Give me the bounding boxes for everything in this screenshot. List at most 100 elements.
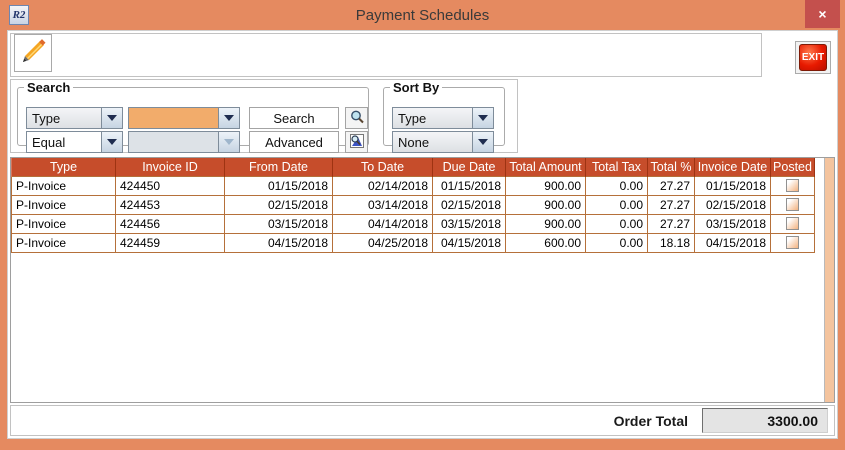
column-header[interactable]: Total Tax — [586, 158, 648, 176]
advanced-search-icon — [349, 133, 365, 152]
posted-checkbox[interactable] — [786, 217, 799, 230]
table-row[interactable]: P-Invoice42445904/15/201804/25/201804/15… — [12, 233, 815, 252]
table-row[interactable]: P-Invoice42445001/15/201802/14/201801/15… — [12, 176, 815, 195]
sort-primary-value: Type — [392, 107, 472, 129]
table-cell: 900.00 — [506, 176, 586, 195]
sort-by-group: Sort By Type None — [383, 80, 505, 146]
table-cell: 03/14/2018 — [333, 195, 433, 214]
table-cell: 18.18 — [648, 233, 695, 252]
column-header[interactable]: To Date — [333, 158, 433, 176]
search-row-2: Equal Advanced — [26, 131, 368, 153]
posted-checkbox[interactable] — [786, 236, 799, 249]
table-cell: 27.27 — [648, 176, 695, 195]
invoice-table-panel: TypeInvoice IDFrom DateTo DateDue DateTo… — [10, 157, 835, 403]
table-cell: 03/15/2018 — [225, 214, 333, 233]
search-group-title: Search — [24, 80, 73, 95]
table-cell — [771, 214, 815, 233]
table-cell: 900.00 — [506, 214, 586, 233]
magnifier-icon — [349, 109, 365, 128]
order-total-value: 3300.00 — [702, 408, 828, 433]
toolbar — [10, 33, 762, 77]
table-cell: 01/15/2018 — [433, 176, 506, 195]
sort-primary-row: Type — [392, 107, 494, 129]
sort-primary-combobox[interactable]: Type — [392, 107, 494, 129]
sort-secondary-combobox[interactable]: None — [392, 131, 494, 153]
chevron-down-icon[interactable] — [101, 107, 123, 129]
table-cell: 04/15/2018 — [433, 233, 506, 252]
vertical-scrollbar[interactable] — [824, 158, 834, 402]
table-cell: P-Invoice — [12, 176, 116, 195]
magnifier-button[interactable] — [345, 107, 368, 129]
table-cell: P-Invoice — [12, 233, 116, 252]
column-header[interactable]: Total % — [648, 158, 695, 176]
chevron-down-icon[interactable] — [472, 131, 494, 153]
secondary-value-combobox — [128, 131, 240, 153]
table-cell: 900.00 — [506, 195, 586, 214]
secondary-value-input — [128, 131, 218, 153]
column-header[interactable]: Due Date — [433, 158, 506, 176]
table-cell — [771, 233, 815, 252]
table-cell: 600.00 — [506, 233, 586, 252]
chevron-down-icon[interactable] — [472, 107, 494, 129]
table-cell: 04/15/2018 — [695, 233, 771, 252]
table-cell: 424456 — [116, 214, 225, 233]
search-row-1: Type Search — [26, 107, 368, 129]
titlebar: R2 Payment Schedules × — [0, 0, 845, 30]
pencil-icon — [18, 55, 48, 70]
column-header[interactable]: Total Amount — [506, 158, 586, 176]
sort-secondary-value: None — [392, 131, 472, 153]
posted-checkbox[interactable] — [786, 198, 799, 211]
order-total-label: Order Total — [614, 413, 688, 429]
table-cell: 0.00 — [586, 176, 648, 195]
posted-checkbox[interactable] — [786, 179, 799, 192]
advanced-button[interactable]: Advanced — [249, 131, 339, 153]
table-cell: 03/15/2018 — [433, 214, 506, 233]
table-cell — [771, 176, 815, 195]
sort-by-group-title: Sort By — [390, 80, 442, 95]
chevron-down-icon[interactable] — [101, 131, 123, 153]
search-button[interactable]: Search — [249, 107, 339, 129]
table-cell: 02/14/2018 — [333, 176, 433, 195]
invoice-table-head-row: TypeInvoice IDFrom DateTo DateDue DateTo… — [12, 158, 815, 176]
window-title: Payment Schedules — [0, 0, 845, 30]
column-header[interactable]: Invoice Date — [695, 158, 771, 176]
table-cell: 27.27 — [648, 195, 695, 214]
table-cell: 0.00 — [586, 195, 648, 214]
table-cell: 0.00 — [586, 233, 648, 252]
table-cell: 424450 — [116, 176, 225, 195]
search-field-value: Type — [26, 107, 101, 129]
payment-schedules-window: R2 Payment Schedules × EXIT Search — [0, 0, 845, 450]
footer-panel: Order Total 3300.00 — [10, 405, 835, 436]
chevron-down-icon — [218, 131, 240, 153]
exit-button[interactable]: EXIT — [795, 41, 831, 74]
edit-button[interactable] — [14, 34, 52, 72]
table-cell: 27.27 — [648, 214, 695, 233]
table-cell: 03/15/2018 — [695, 214, 771, 233]
filter-bar: Search Type Search — [10, 79, 518, 153]
advanced-search-button[interactable] — [345, 131, 368, 153]
table-cell: P-Invoice — [12, 195, 116, 214]
content-area: EXIT Search Type Search — [7, 30, 838, 439]
table-cell: 04/15/2018 — [225, 233, 333, 252]
column-header[interactable]: Type — [12, 158, 116, 176]
table-cell: 04/14/2018 — [333, 214, 433, 233]
table-cell: P-Invoice — [12, 214, 116, 233]
table-cell: 02/15/2018 — [695, 195, 771, 214]
sort-secondary-row: None — [392, 131, 494, 153]
search-field-combobox[interactable]: Type — [26, 107, 123, 129]
column-header[interactable]: Posted — [771, 158, 815, 176]
search-value-combobox[interactable] — [128, 107, 240, 129]
table-cell — [771, 195, 815, 214]
operator-combobox[interactable]: Equal — [26, 131, 123, 153]
exit-icon: EXIT — [799, 44, 827, 71]
table-cell: 01/15/2018 — [225, 176, 333, 195]
chevron-down-icon[interactable] — [218, 107, 240, 129]
table-cell: 02/15/2018 — [225, 195, 333, 214]
table-row[interactable]: P-Invoice42445603/15/201804/14/201803/15… — [12, 214, 815, 233]
column-header[interactable]: From Date — [225, 158, 333, 176]
close-button[interactable]: × — [805, 0, 840, 28]
search-value-input[interactable] — [128, 107, 218, 129]
table-cell: 0.00 — [586, 214, 648, 233]
column-header[interactable]: Invoice ID — [116, 158, 225, 176]
table-row[interactable]: P-Invoice42445302/15/201803/14/201802/15… — [12, 195, 815, 214]
